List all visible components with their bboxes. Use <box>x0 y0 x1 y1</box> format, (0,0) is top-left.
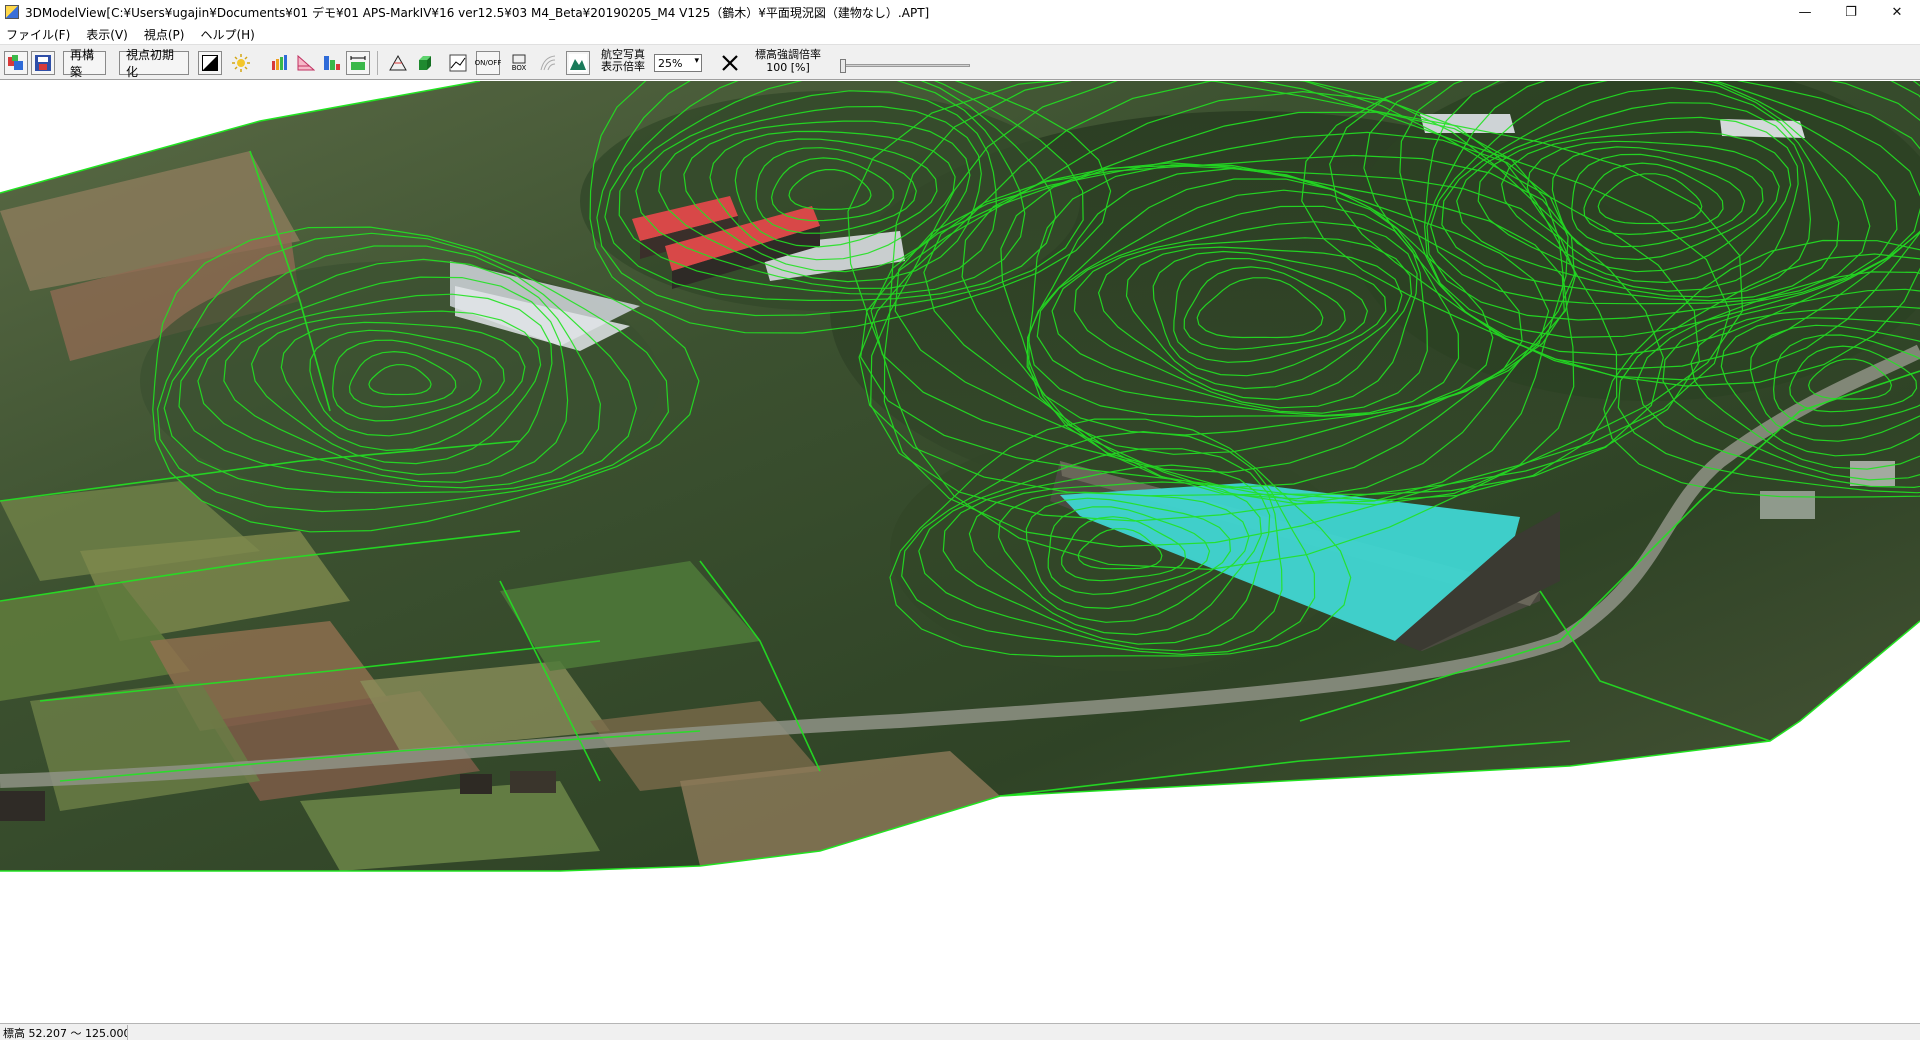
menu-viewpoint[interactable]: 視点(P) <box>144 26 185 43</box>
aerial-zoom-label: 航空写真 表示倍率 <box>601 49 645 73</box>
color-bands-icon <box>272 55 287 70</box>
slider-thumb[interactable] <box>840 59 846 73</box>
gradient-button[interactable] <box>294 51 318 75</box>
legend-icon <box>324 56 340 70</box>
window-title: 3DModelView[C:¥Users¥ugajin¥Documents¥01… <box>25 5 930 20</box>
contrast-icon <box>202 55 218 71</box>
terrain-scene[interactable] <box>0 81 1920 1023</box>
box-label: BOX <box>511 64 527 72</box>
legend-scale-button[interactable] <box>346 51 370 75</box>
open-model-button[interactable] <box>4 51 28 75</box>
menu-bar: ファイル(F) 表示(V) 視点(P) ヘルプ(H) <box>0 24 1920 44</box>
elevation-emphasis-label: 標高強調倍率 100 [%] <box>755 48 821 74</box>
color-bands-button[interactable] <box>268 51 292 75</box>
title-bar: 3DModelView[C:¥Users¥ugajin¥Documents¥01… <box>0 0 1920 24</box>
save-model-button[interactable] <box>31 51 55 75</box>
onoff-icon: ON/OFF <box>474 59 502 67</box>
legend-button[interactable] <box>320 51 344 75</box>
aerial-zoom-select[interactable]: 25% ▾ <box>654 54 702 72</box>
triangle-mesh-icon <box>389 54 407 71</box>
open-model-icon <box>8 55 23 70</box>
section-icon <box>449 54 467 72</box>
elevation-emphasis-slider[interactable] <box>840 59 970 73</box>
terrain-button[interactable] <box>566 51 590 75</box>
wireframe-icon <box>540 55 556 71</box>
toolbar: 再構築 視点初期化 ON/OFF BOX 航空写真 表示倍率 25% ▾ 標高強… <box>0 44 1920 80</box>
triangle-mesh-button[interactable] <box>386 51 410 75</box>
close-x-button[interactable] <box>718 51 742 75</box>
close-x-icon <box>722 55 738 71</box>
contrast-button[interactable] <box>198 51 222 75</box>
section-button[interactable] <box>446 51 470 75</box>
slider-track <box>840 64 970 67</box>
box-button[interactable]: BOX <box>507 51 531 75</box>
zoom-value: 25% <box>658 56 683 70</box>
maximize-button[interactable]: ❐ <box>1828 0 1874 24</box>
app-window: 3DModelView[C:¥Users¥ugajin¥Documents¥01… <box>0 0 1920 1040</box>
close-window-button[interactable]: ✕ <box>1874 0 1920 24</box>
reset-view-button[interactable]: 視点初期化 <box>119 48 189 79</box>
status-bar: 標高 52.207 〜 125.000 <box>0 1023 1920 1040</box>
light-button[interactable] <box>229 51 253 75</box>
menu-view[interactable]: 表示(V) <box>86 26 128 43</box>
light-icon <box>232 54 250 72</box>
menu-help[interactable]: ヘルプ(H) <box>200 26 254 43</box>
chevron-down-icon: ▾ <box>694 56 699 66</box>
elevation-range-status: 標高 52.207 〜 125.000 <box>0 1024 128 1040</box>
terrain-icon <box>569 54 587 72</box>
rebuild-button[interactable]: 再構築 <box>63 48 106 79</box>
minimize-button[interactable]: — <box>1782 0 1828 24</box>
onoff-button[interactable]: ON/OFF <box>474 51 502 75</box>
toolbar-separator <box>377 51 378 75</box>
app-icon <box>5 5 19 19</box>
rebuild-label: 再構築 <box>70 48 95 79</box>
box-icon: BOX <box>511 54 527 72</box>
elev-label-line1: 標高強調倍率 <box>755 48 821 61</box>
reset-view-label: 視点初期化 <box>126 48 175 79</box>
3d-viewport[interactable] <box>0 81 1920 1023</box>
menu-file[interactable]: ファイル(F) <box>6 26 70 43</box>
gradient-icon <box>297 54 315 71</box>
legend-scale-icon <box>350 56 366 70</box>
elev-label-line2: 100 [%] <box>766 61 810 74</box>
aerial-label-line2: 表示倍率 <box>601 60 645 73</box>
cube-button[interactable] <box>414 51 438 75</box>
wireframe-button[interactable] <box>536 51 560 75</box>
cube-icon <box>419 56 431 70</box>
save-model-icon <box>35 55 51 71</box>
